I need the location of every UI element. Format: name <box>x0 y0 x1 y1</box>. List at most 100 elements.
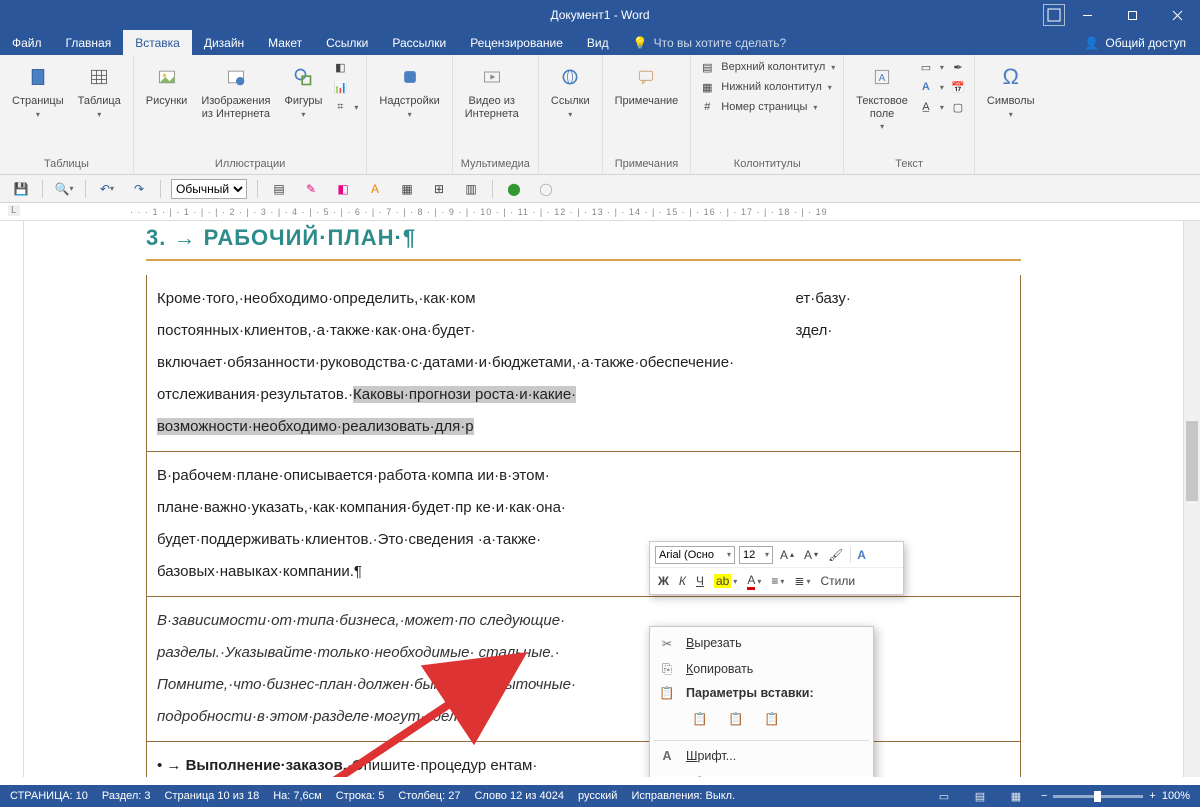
qat-btn-7[interactable]: ▥ <box>460 178 482 200</box>
mini-size-selector[interactable]: 12▾ <box>739 546 773 564</box>
comment-label: Примечание <box>615 95 679 108</box>
document-page[interactable]: 3. → РАБОЧИЙ·ПЛАН·¶ Кроме·того,·необходи… <box>146 221 1021 777</box>
pages-button[interactable]: Страницы ▾ <box>8 59 68 121</box>
chart-button[interactable]: 📊 <box>332 79 358 95</box>
zoom-in[interactable]: + <box>1149 790 1155 802</box>
header-button[interactable]: ▤Верхний колонтитул ▾ <box>699 59 835 75</box>
tab-insert[interactable]: Вставка <box>123 30 192 55</box>
tab-home[interactable]: Главная <box>54 30 124 55</box>
qat-btn-9[interactable]: ◯ <box>535 178 557 200</box>
tab-layout[interactable]: Макет <box>256 30 314 55</box>
status-words[interactable]: Слово 12 из 4024 <box>474 790 564 802</box>
status-column[interactable]: Столбец: 27 <box>398 790 460 802</box>
maximize-button[interactable] <box>1110 0 1155 30</box>
tab-mailings[interactable]: Рассылки <box>380 30 458 55</box>
tab-view[interactable]: Вид <box>575 30 621 55</box>
status-line[interactable]: Строка: 5 <box>336 790 385 802</box>
online-video-button[interactable]: Видео из Интернета <box>461 59 523 122</box>
zoom-slider[interactable] <box>1053 795 1143 798</box>
status-language[interactable]: русский <box>578 790 617 802</box>
vertical-ruler[interactable] <box>0 221 24 777</box>
qat-btn-1[interactable]: ▤ <box>268 178 290 200</box>
ruler-tab-selector[interactable]: L <box>8 205 20 216</box>
links-button[interactable]: Ссылки ▾ <box>547 59 594 121</box>
footer-button[interactable]: ▦Нижний колонтитул ▾ <box>699 79 835 95</box>
redo-button[interactable]: ↷ <box>128 178 150 200</box>
qat-btn-4[interactable]: A <box>364 178 386 200</box>
mini-font-selector[interactable]: Arial (Осно▾ <box>655 546 735 564</box>
qat-btn-6[interactable]: ⊞ <box>428 178 450 200</box>
qat-btn-3[interactable]: ◧ <box>332 178 354 200</box>
font-a-icon: A <box>658 749 676 763</box>
status-pageof[interactable]: Страница 10 из 18 <box>165 790 260 802</box>
tab-design[interactable]: Дизайн <box>192 30 256 55</box>
view-read-mode[interactable]: ▭ <box>933 787 955 805</box>
status-section[interactable]: Раздел: 3 <box>102 790 151 802</box>
tab-references[interactable]: Ссылки <box>314 30 380 55</box>
ctx-cut[interactable]: ✂ВВырезатьырезать <box>650 630 873 656</box>
minimize-button[interactable] <box>1065 0 1110 30</box>
qat-btn-2[interactable]: ✎ <box>300 178 322 200</box>
qat-btn-8[interactable]: ⬤ <box>503 178 525 200</box>
symbols-button[interactable]: Ω Символы ▾ <box>983 59 1039 121</box>
signature-button[interactable]: ✒ <box>950 59 966 75</box>
ribbon-display-options[interactable] <box>1043 4 1065 26</box>
mini-shrink-font[interactable]: A▾ <box>801 547 821 563</box>
mini-highlight[interactable]: ab▾ <box>711 573 740 589</box>
vertical-scrollbar[interactable] <box>1183 221 1200 777</box>
textbox-button[interactable]: A Текстовое поле ▾ <box>852 59 912 133</box>
dropcap-button[interactable]: A̲▾ <box>918 99 944 115</box>
save-button[interactable]: 💾 <box>10 178 32 200</box>
pagenum-button[interactable]: #Номер страницы ▾ <box>699 99 835 115</box>
ctx-copy[interactable]: ⎘Копировать <box>650 656 873 682</box>
find-button[interactable]: 🔍▾ <box>53 178 75 200</box>
addins-button[interactable]: Надстройки ▾ <box>375 59 443 121</box>
quickparts-button[interactable]: ▭▾ <box>918 59 944 75</box>
paste-merge-formatting[interactable]: 📋 <box>722 706 750 732</box>
table-button[interactable]: Таблица ▾ <box>74 59 125 121</box>
mini-styles-label[interactable]: Стили <box>817 573 858 589</box>
zoom-out[interactable]: − <box>1041 790 1047 802</box>
undo-button[interactable]: ↶▾ <box>96 178 118 200</box>
view-print-layout[interactable]: ▤ <box>969 787 991 805</box>
close-button[interactable] <box>1155 0 1200 30</box>
status-page[interactable]: СТРАНИЦА: 10 <box>10 790 88 802</box>
paste-text-only[interactable]: 📋 <box>758 706 786 732</box>
pictures-button[interactable]: Рисунки <box>142 59 192 110</box>
comment-button[interactable]: Примечание <box>611 59 683 110</box>
mini-grow-font[interactable]: A▴ <box>777 547 797 563</box>
share-button[interactable]: 👤 Общий доступ <box>1070 30 1200 55</box>
zoom-level[interactable]: 100% <box>1162 790 1190 802</box>
qat-btn-5[interactable]: ▦ <box>396 178 418 200</box>
ctx-font[interactable]: AШрифт... <box>650 743 873 769</box>
mini-italic[interactable]: К <box>676 573 689 589</box>
online-pictures-button[interactable]: Изображения из Интернета <box>197 59 274 122</box>
style-selector[interactable]: Обычный <box>171 179 247 199</box>
wordart-button[interactable]: A▾ <box>918 79 944 95</box>
tab-file[interactable]: Файл <box>0 30 54 55</box>
mini-font-color[interactable]: A▾ <box>744 572 764 591</box>
mini-bullets[interactable]: ≡▾ <box>768 573 787 589</box>
ctx-paragraph[interactable]: ≡Абзац... <box>650 769 873 777</box>
highlight-icon: ✎ <box>306 182 316 196</box>
mini-styles[interactable]: A <box>850 547 869 563</box>
mini-format-painter[interactable]: 🖌 <box>825 547 846 563</box>
datetime-button[interactable]: 📅 <box>950 79 966 95</box>
mini-bold[interactable]: Ж <box>655 573 672 589</box>
zoom-control[interactable]: − + 100% <box>1041 790 1190 802</box>
smartart-button[interactable]: ◧ <box>332 59 358 75</box>
screenshot-button[interactable]: ⌗▾ <box>332 99 358 115</box>
mini-underline[interactable]: Ч <box>693 573 707 589</box>
object-button[interactable]: ▢ <box>950 99 966 115</box>
mini-numbering[interactable]: ≣▾ <box>791 573 813 589</box>
paste-keep-formatting[interactable]: 📋 <box>686 706 714 732</box>
paragraph-selected: отслеживания·результатов.·Каковы·прогноз… <box>157 379 1010 411</box>
shapes-button[interactable]: Фигуры ▾ <box>280 59 326 121</box>
status-at[interactable]: На: 7,6см <box>273 790 322 802</box>
view-web-layout[interactable]: ▦ <box>1005 787 1027 805</box>
tell-me[interactable]: 💡 Что вы хотите сделать? <box>621 30 799 55</box>
status-track-changes[interactable]: Исправления: Выкл. <box>631 790 735 802</box>
tab-review[interactable]: Рецензирование <box>458 30 575 55</box>
scrollbar-thumb[interactable] <box>1186 421 1198 501</box>
horizontal-ruler[interactable]: L · · · 1 · | · 1 · | · | · 2 · | · 3 · … <box>0 203 1200 221</box>
